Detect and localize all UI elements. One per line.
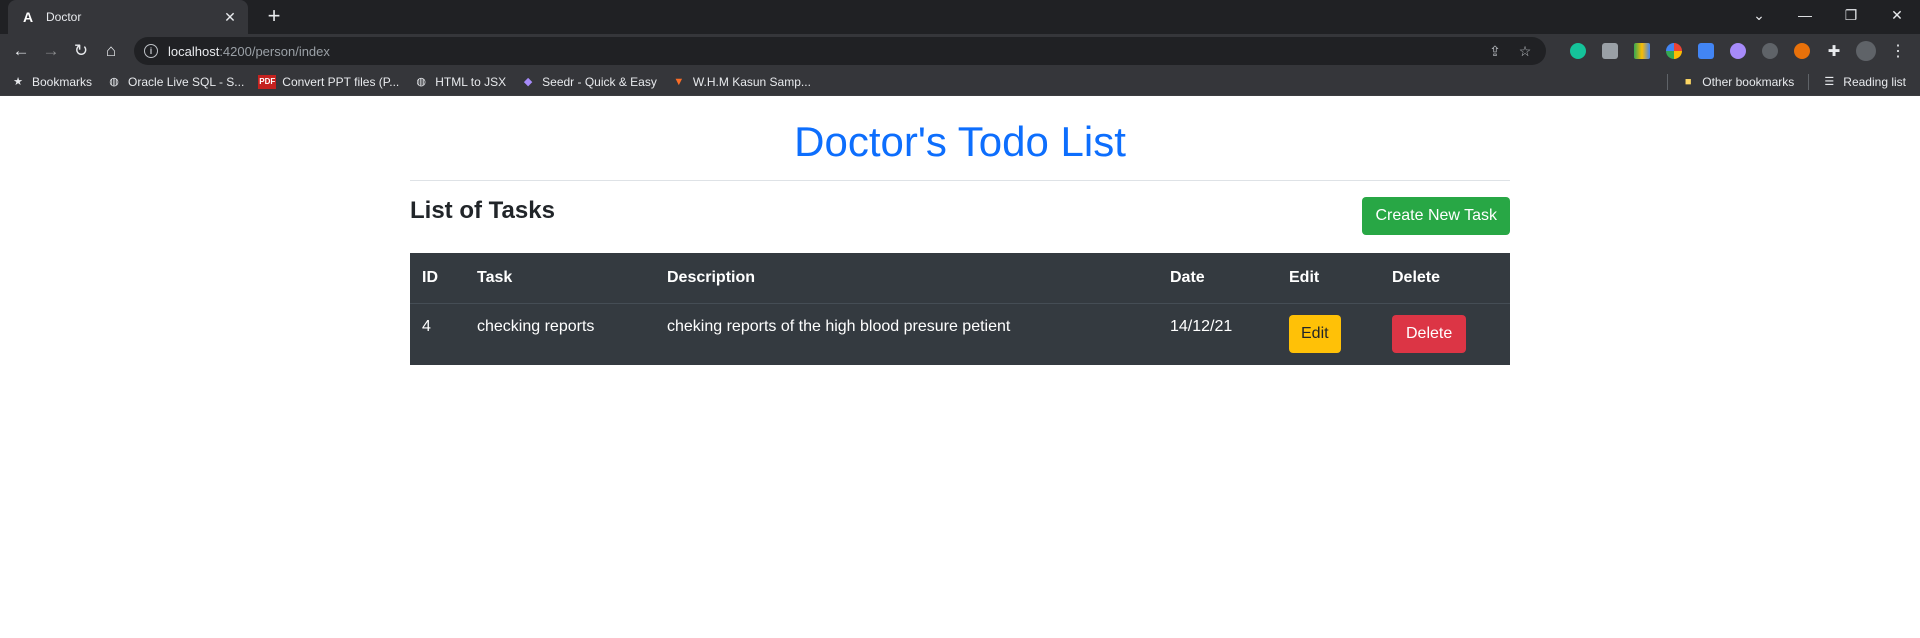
section-header: List of Tasks Create New Task bbox=[410, 197, 1510, 253]
table-header-row: ID Task Description Date Edit Delete bbox=[410, 253, 1510, 304]
column-header-id: ID bbox=[410, 253, 465, 304]
browser-chrome: A Doctor ✕ + ⌄ — ❐ ✕ ← → ↻ ⌂ i localhost… bbox=[0, 0, 1920, 96]
bug-extension-icon[interactable] bbox=[1754, 37, 1786, 65]
address-bar[interactable]: i localhost:4200/person/index ⇪ ☆ bbox=[134, 37, 1546, 65]
folder-icon: ■ bbox=[1684, 75, 1692, 88]
other-bookmarks[interactable]: ■ Other bookmarks bbox=[1680, 75, 1794, 89]
globe-icon: ◍ bbox=[109, 76, 119, 88]
create-new-task-button[interactable]: Create New Task bbox=[1362, 197, 1510, 235]
page-title: Doctor's Todo List bbox=[794, 118, 1126, 165]
tab-search-icon[interactable]: ⌄ bbox=[1736, 0, 1782, 30]
profile-avatar-icon[interactable] bbox=[1850, 37, 1882, 65]
url-text[interactable]: localhost:4200/person/index bbox=[168, 44, 1476, 59]
seedr-icon: ◆ bbox=[523, 76, 533, 88]
bookmarks-divider bbox=[1667, 73, 1669, 90]
edit-button[interactable]: Edit bbox=[1289, 315, 1341, 354]
home-icon[interactable]: ⌂ bbox=[96, 37, 126, 65]
table-row: 4 checking reports cheking reports of th… bbox=[410, 303, 1510, 365]
angular-favicon-icon: A bbox=[22, 9, 34, 25]
colorful-extension-icon[interactable] bbox=[1658, 37, 1690, 65]
cell-id: 4 bbox=[422, 317, 431, 335]
extensions-puzzle-icon[interactable]: ✚ bbox=[1818, 37, 1850, 65]
minimize-button[interactable]: — bbox=[1782, 0, 1828, 30]
cell-delete: Delete bbox=[1380, 303, 1510, 365]
bookmark-item[interactable]: ◍ Oracle Live SQL - S... bbox=[106, 75, 244, 89]
bookmark-item[interactable]: ★ Bookmarks bbox=[10, 75, 92, 89]
bookmark-item[interactable]: PDF Convert PPT files (P... bbox=[258, 74, 399, 89]
camera-icon[interactable] bbox=[1594, 37, 1626, 65]
column-header-task: Task bbox=[465, 253, 655, 304]
purple-extension-icon[interactable] bbox=[1722, 37, 1754, 65]
gitlab-icon: ▼ bbox=[673, 75, 685, 88]
cell-edit: Edit bbox=[1277, 303, 1380, 365]
bookmarks-bar: ★ Bookmarks ◍ Oracle Live SQL - S... PDF… bbox=[0, 68, 1920, 96]
browser-tab[interactable]: A Doctor ✕ bbox=[8, 0, 248, 34]
reading-list[interactable]: ☰ Reading list bbox=[1821, 75, 1906, 89]
bookmarks-divider bbox=[1808, 73, 1810, 90]
tab-title: Doctor bbox=[46, 10, 82, 24]
bookmark-star-icon[interactable]: ☆ bbox=[1514, 43, 1536, 60]
window-controls: ⌄ — ❐ ✕ bbox=[1736, 0, 1920, 34]
new-tab-button[interactable]: + bbox=[260, 4, 288, 30]
extensions-row: ✚ ⋮ bbox=[1562, 37, 1914, 65]
pdf-icon: PDF bbox=[258, 74, 277, 89]
delete-button[interactable]: Delete bbox=[1392, 315, 1467, 354]
bookmark-item[interactable]: ▼ W.H.M Kasun Samp... bbox=[671, 75, 811, 89]
tasks-table: ID Task Description Date Edit Delete 4 c… bbox=[410, 253, 1510, 365]
bookmark-item[interactable]: ◆ Seedr - Quick & Easy bbox=[520, 75, 657, 89]
drive-icon[interactable] bbox=[1626, 37, 1658, 65]
close-window-button[interactable]: ✕ bbox=[1874, 0, 1920, 30]
grammarly-icon[interactable] bbox=[1562, 37, 1594, 65]
cookie-icon[interactable] bbox=[1786, 37, 1818, 65]
restore-button[interactable]: ❐ bbox=[1828, 0, 1874, 30]
site-info-icon[interactable]: i bbox=[144, 44, 158, 58]
browser-toolbar: ← → ↻ ⌂ i localhost:4200/person/index ⇪ … bbox=[0, 34, 1920, 68]
title-divider bbox=[410, 180, 1510, 181]
page-content: Doctor's Todo List List of Tasks Create … bbox=[0, 96, 1920, 630]
reload-icon[interactable]: ↻ bbox=[66, 37, 96, 65]
share-icon[interactable]: ⇪ bbox=[1484, 43, 1506, 60]
column-header-delete: Delete bbox=[1380, 253, 1510, 304]
main-container: Doctor's Todo List List of Tasks Create … bbox=[410, 96, 1510, 365]
forward-icon[interactable]: → bbox=[36, 37, 66, 65]
column-header-date: Date bbox=[1158, 253, 1277, 304]
back-icon[interactable]: ← bbox=[6, 37, 36, 65]
cell-date: 14/12/21 bbox=[1170, 317, 1233, 335]
globe-icon: ◍ bbox=[416, 76, 427, 88]
cell-task: checking reports bbox=[477, 317, 595, 335]
cell-description: cheking reports of the high blood presur… bbox=[667, 317, 1011, 335]
section-title: List of Tasks bbox=[410, 197, 555, 224]
reading-list-icon: ☰ bbox=[1824, 76, 1835, 88]
menu-kebab-icon[interactable]: ⋮ bbox=[1882, 37, 1914, 65]
star-icon: ★ bbox=[13, 76, 23, 88]
close-tab-icon[interactable]: ✕ bbox=[222, 9, 238, 26]
column-header-edit: Edit bbox=[1277, 253, 1380, 304]
translate-icon[interactable] bbox=[1690, 37, 1722, 65]
column-header-description: Description bbox=[655, 253, 1158, 304]
tab-bar: A Doctor ✕ + ⌄ — ❐ ✕ bbox=[0, 0, 1920, 34]
bookmark-item[interactable]: ◍ HTML to JSX bbox=[413, 75, 506, 89]
